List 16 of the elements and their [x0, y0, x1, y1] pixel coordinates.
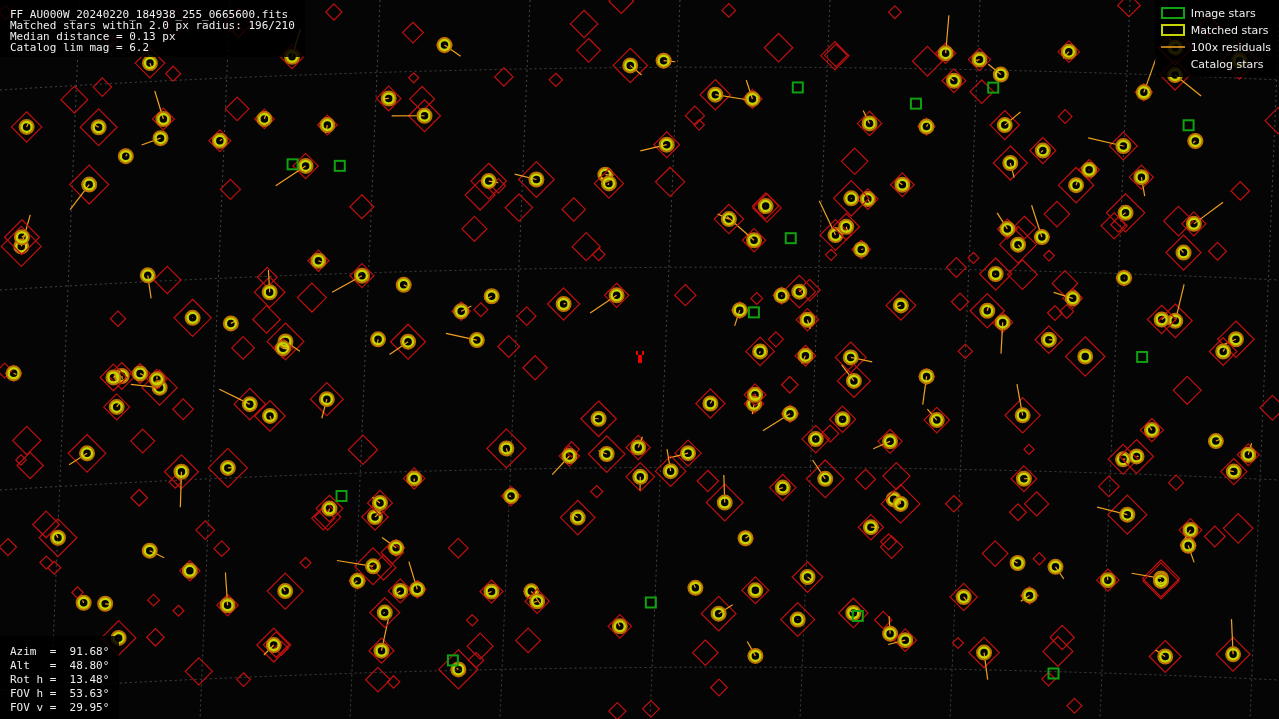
- legend-label: 100x residuals: [1190, 40, 1271, 54]
- info-text: Median distance = 0.13 px: [10, 31, 176, 42]
- legend-label: Image stars: [1190, 6, 1256, 20]
- legend-label: Catalog stars: [1190, 57, 1264, 71]
- legend-square-icon: [1160, 7, 1185, 19]
- pointing-text: FOV h = 53.63°: [10, 688, 110, 699]
- legend-square-icon: [1160, 24, 1185, 36]
- legend-label: Matched stars: [1190, 23, 1269, 37]
- info-text: FF_AU000W_20240220_184938_255_0665600.fits: [10, 9, 290, 20]
- pointing-text: Azim = 91.68°: [10, 646, 110, 657]
- pointing-text: Rot h = 13.48°: [10, 674, 110, 685]
- pointing-text: Alt = 48.80°: [10, 660, 110, 671]
- pointing-text: FOV v = 29.95°: [10, 702, 110, 713]
- info-text: Catalog lim mag = 6.2: [10, 42, 151, 53]
- legend-line-icon: [1160, 46, 1185, 48]
- info-text: Matched stars within 2.0 px radius: 196/210: [10, 20, 295, 31]
